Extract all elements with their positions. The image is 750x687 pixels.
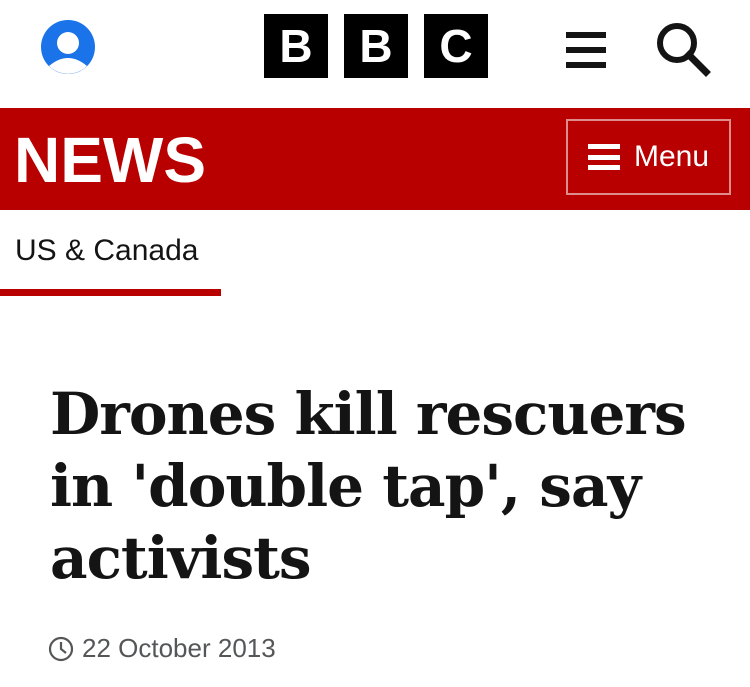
article-headline: Drones kill rescuers in 'double tap', sa… [50,380,687,592]
bbc-logo[interactable]: B B C [264,14,488,78]
search-icon[interactable] [652,18,712,78]
hamburger-icon[interactable] [566,30,606,70]
section-nav: US & Canada [0,210,750,300]
article-date: 22 October 2013 [48,633,276,664]
bbc-logo-letter: C [424,14,488,78]
account-icon[interactable] [37,20,99,74]
news-bar: NEWS Menu [0,108,750,210]
bbc-logo-letter: B [344,14,408,78]
bbc-logo-letter: B [264,14,328,78]
article-date-text: 22 October 2013 [82,633,276,663]
section-active-underline [0,289,221,296]
menu-label: Menu [633,140,710,173]
news-title[interactable]: NEWS [14,128,206,192]
menu-button[interactable]: Menu [566,119,731,195]
menu-icon [587,144,620,170]
clock-icon [48,636,74,661]
section-link-us-canada[interactable]: US & Canada [15,234,198,268]
top-bar: B B C [0,0,750,108]
